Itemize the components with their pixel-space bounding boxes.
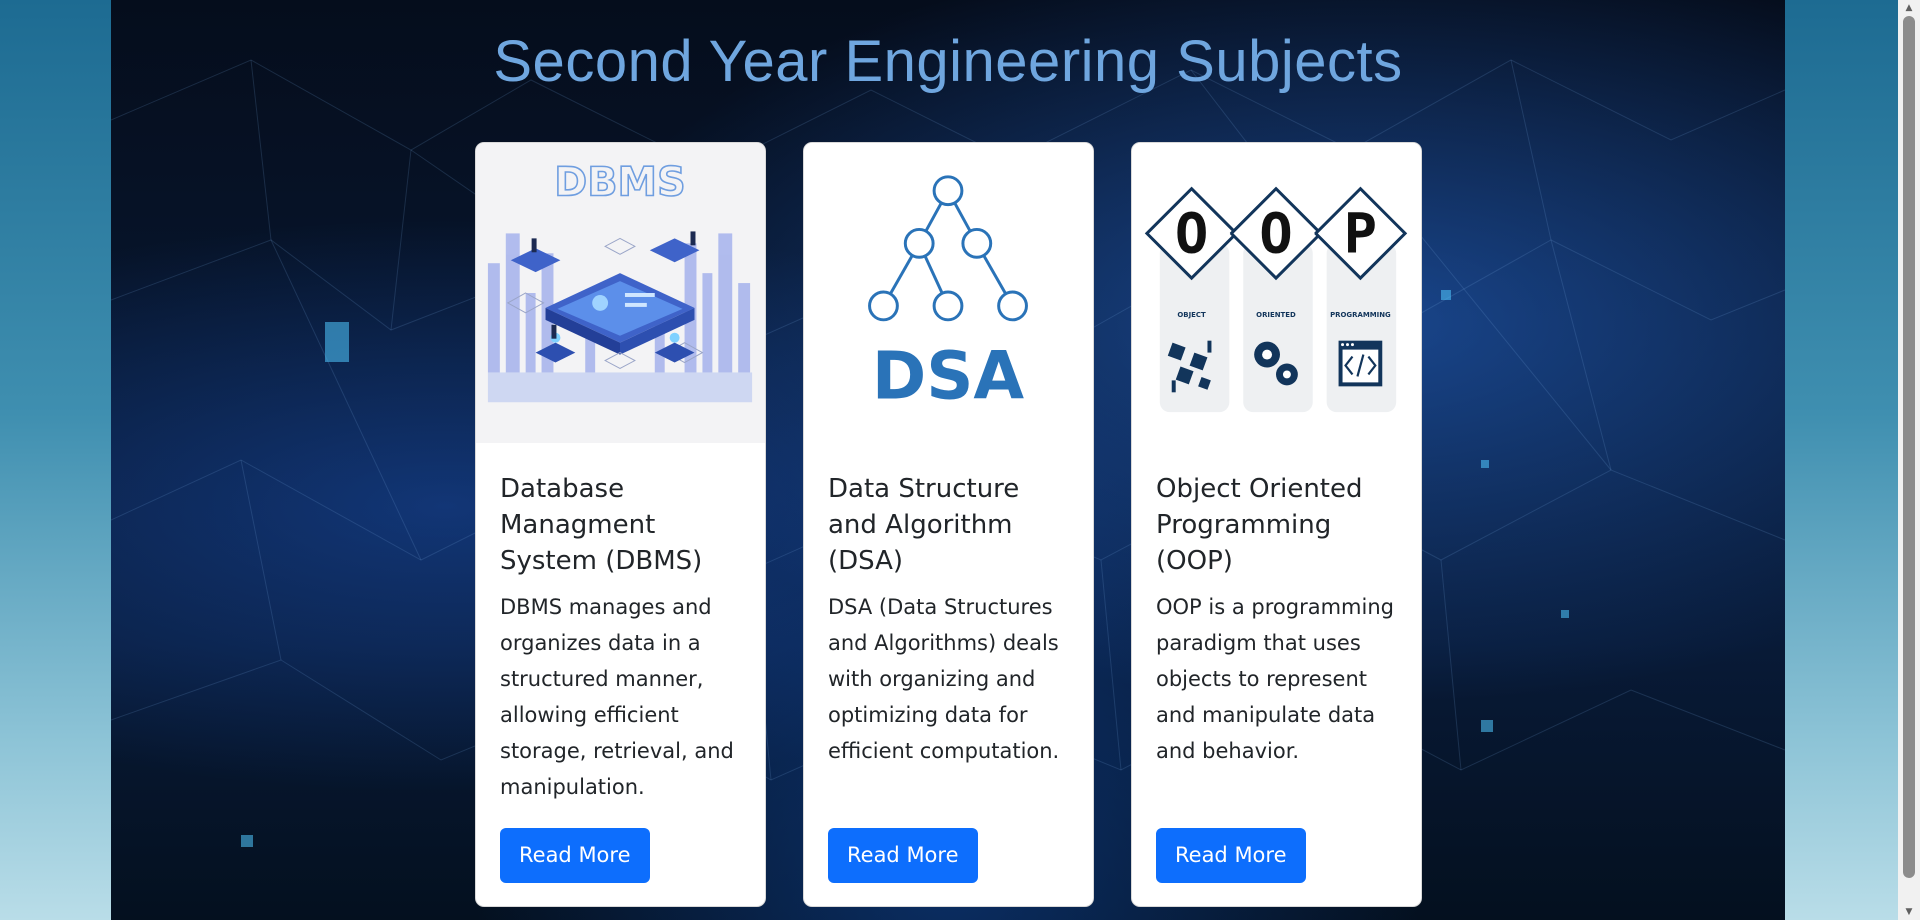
oop-caption-oriented: ORIENTED [1256, 311, 1296, 319]
background-stage: Second Year Engineering Subjects DBMS Da… [111, 0, 1785, 920]
read-more-button-dbms[interactable]: Read More [500, 828, 650, 883]
read-more-button-dsa[interactable]: Read More [828, 828, 978, 883]
oop-letter-o2: O [1259, 201, 1292, 266]
scroll-down-arrow-icon[interactable]: ▼ [1898, 904, 1920, 920]
card-title: Data Structure and Algorithm (DSA) [828, 474, 1020, 576]
oop-letter-o1: O [1175, 201, 1208, 266]
dsa-illustration: DSA [804, 143, 1093, 443]
card-text: OOP is a programming paradigm that uses … [1156, 595, 1394, 763]
dbms-image-label: DBMS [554, 160, 685, 206]
oop-caption-object: OBJECT [1177, 311, 1206, 319]
oop-letter-p: P [1344, 201, 1377, 266]
card-text: DSA (Data Structures and Algorithms) dea… [828, 595, 1060, 763]
card-oop: O O P OBJECT ORIENTED PROGRAMMING Object… [1131, 142, 1422, 907]
scrollbar-thumb[interactable] [1903, 16, 1915, 878]
oop-caption-programming: PROGRAMMING [1330, 311, 1391, 319]
scroll-up-arrow-icon[interactable]: ▲ [1898, 0, 1920, 16]
read-more-button-oop[interactable]: Read More [1156, 828, 1306, 883]
card-title: Object Oriented Programming (OOP) [1156, 474, 1363, 576]
dsa-image-label: DSA [872, 338, 1025, 414]
oop-illustration: O O P OBJECT ORIENTED PROGRAMMING [1132, 143, 1421, 443]
vertical-scrollbar[interactable]: ▲ ▼ [1898, 0, 1920, 920]
card-dbms: DBMS Database Managment System (DBMS) DB… [475, 142, 766, 907]
card-text: DBMS manages and organizes data in a str… [500, 595, 734, 799]
card-dsa: DSA Data Structure and Algorithm (DSA) D… [803, 142, 1094, 907]
dbms-illustration: DBMS [476, 143, 765, 443]
page-title: Second Year Engineering Subjects [493, 29, 1403, 94]
card-title: Database Managment System (DBMS) [500, 474, 703, 576]
subject-cards: DBMS Database Managment System (DBMS) DB… [475, 142, 1422, 907]
